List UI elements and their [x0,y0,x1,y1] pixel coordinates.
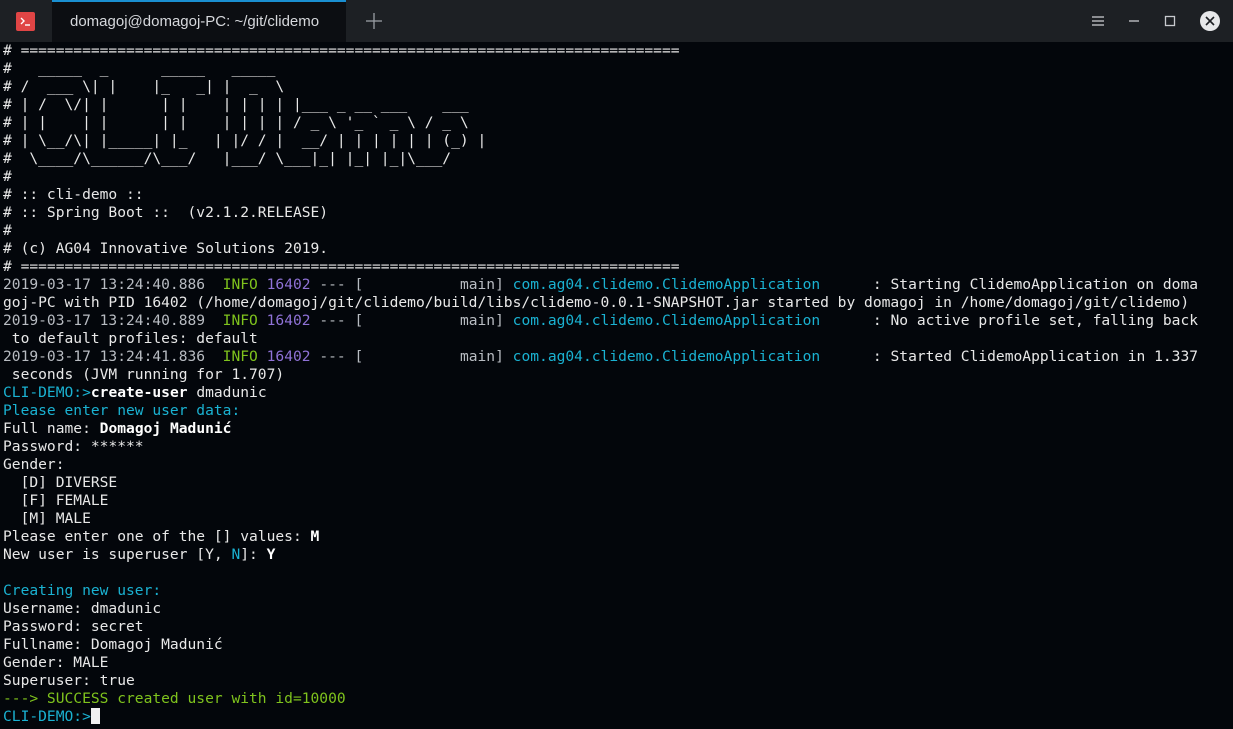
log-logger: com.ag04.clidemo.ClidemoApplication [512,276,821,293]
gender-option: [M] MALE [3,510,91,527]
superuser-input: Y [266,546,276,563]
enter-data-heading: Please enter new user data: [3,402,241,419]
log-thread: --- [ main] [319,348,504,365]
result-line: Password: secret [3,618,144,635]
log-pid: 16402 [266,312,311,329]
minimize-icon [1129,20,1139,22]
result-line: Superuser: true [3,672,135,689]
gender-option: [F] FEMALE [3,492,109,509]
log-logger: com.ag04.clidemo.ClidemoApplication [512,312,821,329]
log-pid: 16402 [266,348,311,365]
log-timestamp: 2019-03-17 13:24:41.836 [3,348,206,365]
new-tab-button[interactable] [362,9,386,33]
result-line: Username: dmadunic [3,600,162,617]
log-line-wrap: seconds (JVM running for 1.707) [3,366,285,383]
plus-icon [366,13,382,29]
log-level: INFO [222,348,258,365]
log-timestamp: 2019-03-17 13:24:40.886 [3,276,206,293]
banner-art-line: # | \__/\| |_____| |_ | |/ / | __/ | | |… [3,132,487,149]
log-level: INFO [222,312,258,329]
title-bar: domagoj@domagoj-PC: ~/git/clidemo [0,0,1233,42]
maximize-icon [1164,15,1176,27]
log-message: : No active profile set, falling back [872,312,1199,329]
banner-copyright: # (c) AG04 Innovative Solutions 2019. [3,240,329,257]
terminal-tab[interactable]: domagoj@domagoj-PC: ~/git/clidemo [52,0,346,42]
log-timestamp: 2019-03-17 13:24:40.889 [3,312,206,329]
hamburger-icon [1092,16,1104,26]
banner-hash: # [3,168,12,185]
password-line: Password: ****** [3,438,144,456]
superuser-default: N [231,546,241,563]
gender-label: Gender: [3,456,65,473]
log-message: : Starting ClidemoApplication on doma [872,276,1199,293]
close-icon [1200,11,1220,31]
creating-user-heading: Creating new user: [3,582,162,599]
banner-art-line: # \____/\______/\___/ |___/ \___|_| |_| … [3,150,452,167]
minimize-button[interactable] [1124,11,1144,31]
banner-art-line: # _____ _ _____ _____ [3,60,276,77]
terminal-app-icon[interactable] [16,12,35,31]
result-line: Fullname: Domagoj Madunić [3,636,223,653]
log-logger: com.ag04.clidemo.ClidemoApplication [512,348,821,365]
tab-title: domagoj@domagoj-PC: ~/git/clidemo [70,13,320,30]
success-message: ---> SUCCESS created user with id=10000 [3,690,346,707]
shell-prompt: CLI-DEMO:> [3,708,91,725]
password-input: ****** [90,438,144,455]
log-message: : Started ClidemoApplication in 1.337 [872,348,1199,365]
gender-choice-line: Please enter one of the [] values: M [3,528,319,546]
log-line-wrap: to default profiles: default [3,330,258,347]
password-label: Password: [3,438,83,455]
banner-art-line: # | / \/| | | | | | | | |___ _ __ ___ __… [3,96,469,113]
log-line: 2019-03-17 13:24:40.886 INFO 16402 --- [… [3,276,1198,294]
superuser-prompt: New user is superuser [Y, [3,546,232,563]
superuser-line: New user is superuser [Y, N]: Y [3,546,275,564]
banner-art-line: # | | | | | | | | | | / _ \ '_ ` _ \ / _… [3,114,469,131]
fullname-line: Full name: Domagoj Madunić [3,420,231,438]
gender-choice-prompt: Please enter one of the [] values: [3,528,302,545]
fullname-label: Full name: [3,420,91,437]
command-line: CLI-DEMO:>create-user dmadunic [3,384,267,402]
banner-art-line: # / ___ \| | |_ _| | _ \ [3,78,285,95]
banner-app-name: # :: cli-demo :: [3,186,144,203]
banner-spring-version: # :: Spring Boot :: (v2.1.2.RELEASE) [3,204,329,221]
log-line: 2019-03-17 13:24:41.836 INFO 16402 --- [… [3,348,1198,366]
final-prompt-line[interactable]: CLI-DEMO:> [3,708,100,726]
log-thread: --- [ main] [319,276,504,293]
command-argument: dmadunic [196,384,267,401]
terminal-output[interactable]: # ======================================… [0,42,1233,729]
log-level: INFO [222,276,258,293]
text-cursor [90,708,100,724]
banner-rule: # ======================================… [3,42,680,59]
gender-option: [D] DIVERSE [3,474,118,491]
maximize-button[interactable] [1160,11,1180,31]
log-thread: --- [ main] [319,312,504,329]
superuser-prompt-end: ]: [240,546,258,563]
banner-rule: # ======================================… [3,258,680,275]
log-line-wrap: goj-PC with PID 16402 (/home/domagoj/git… [3,294,1190,311]
menu-button[interactable] [1088,11,1108,31]
shell-prompt: CLI-DEMO:> [3,384,91,401]
close-button[interactable] [1198,9,1222,33]
fullname-input: Domagoj Madunić [99,420,232,437]
result-line: Gender: MALE [3,654,109,671]
log-pid: 16402 [266,276,311,293]
gender-choice-input: M [310,528,320,545]
banner-hash: # [3,222,12,239]
log-line: 2019-03-17 13:24:40.889 INFO 16402 --- [… [3,312,1198,330]
command-name: create-user [90,384,188,401]
